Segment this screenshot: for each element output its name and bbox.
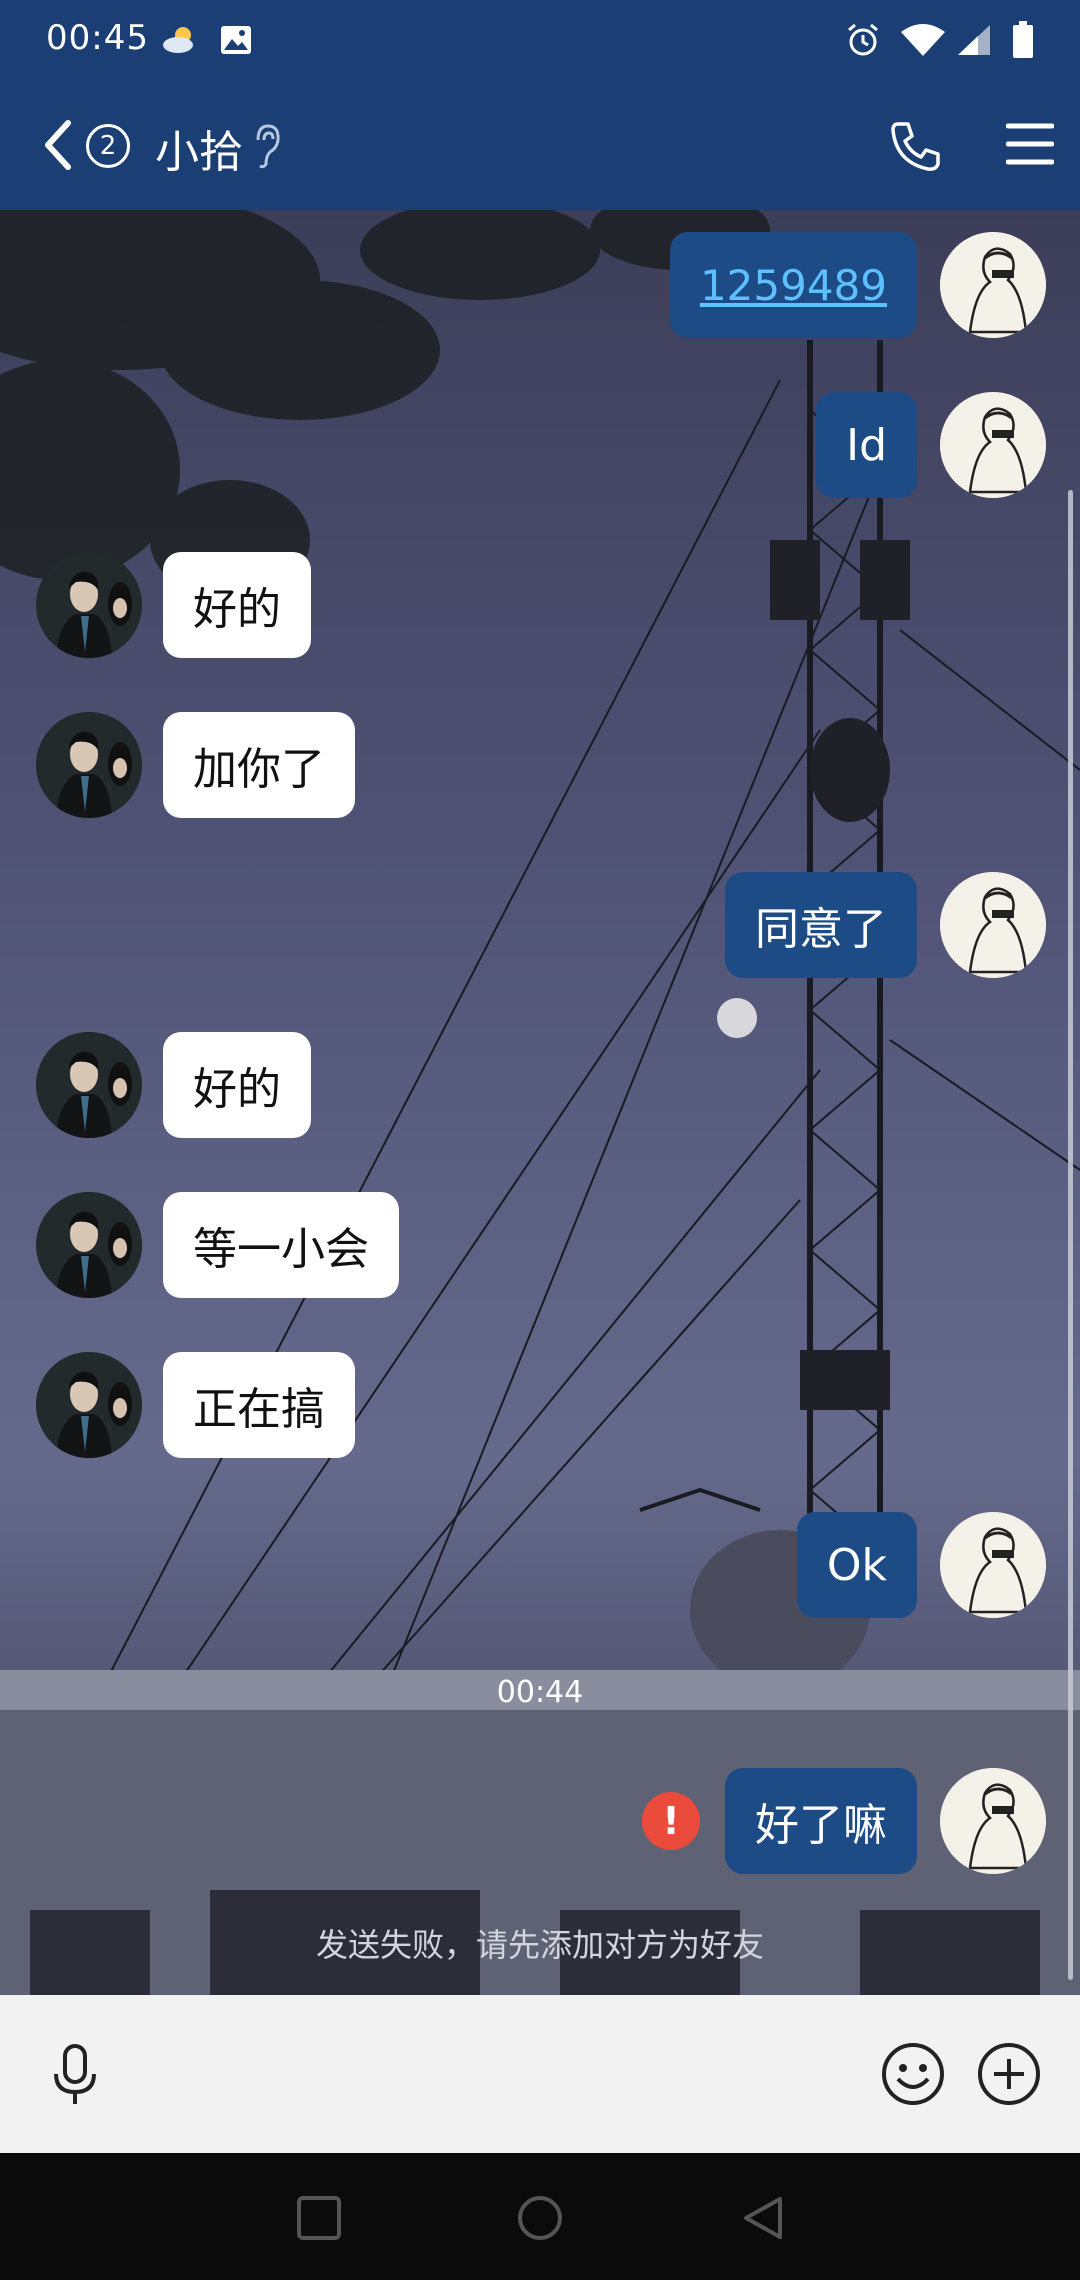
message-bubble-outgoing[interactable]: Ok	[796, 1512, 917, 1618]
battery-icon	[1008, 20, 1038, 60]
alarm-icon	[843, 20, 883, 60]
chat-area[interactable]: 1259489 Id 好的 加你了 同意了 好的 等一小会 正在搞 Ok 00:…	[0, 210, 1080, 1995]
message-bubble-incoming[interactable]: 正在搞	[163, 1352, 355, 1458]
phone-icon[interactable]	[888, 118, 944, 174]
signal-icon	[954, 20, 994, 60]
message-bubble-incoming[interactable]: 好的	[163, 1032, 311, 1138]
menu-icon[interactable]	[1006, 120, 1054, 168]
unread-badge[interactable]: 2	[86, 124, 130, 168]
weather-cloudy-icon	[160, 20, 200, 60]
message-row: 好的	[0, 1032, 1080, 1140]
status-bar: 00:45	[0, 0, 1080, 80]
add-icon[interactable]	[976, 2041, 1042, 2107]
message-row: 同意了	[0, 872, 1080, 980]
recent-apps-icon[interactable]	[294, 2193, 344, 2243]
ear-icon[interactable]	[252, 122, 282, 170]
contact-avatar[interactable]	[36, 1352, 142, 1458]
input-bar	[0, 1995, 1080, 2153]
chat-header: 2 小拾	[0, 80, 1080, 210]
my-avatar[interactable]	[940, 1512, 1046, 1618]
microphone-icon[interactable]	[40, 2040, 110, 2110]
contact-avatar[interactable]	[36, 552, 142, 658]
message-row: Id	[0, 392, 1080, 500]
message-bubble-incoming[interactable]: 好的	[163, 552, 311, 658]
my-avatar[interactable]	[940, 1768, 1046, 1874]
back-arrow-icon[interactable]	[38, 115, 78, 175]
message-bubble-outgoing[interactable]: Id	[816, 392, 917, 498]
send-failure-notice: 发送失败，请先添加对方为好友	[315, 1926, 764, 1964]
message-timestamp: 00:44	[496, 1675, 584, 1710]
status-time: 00:45	[46, 18, 149, 58]
wifi-icon	[898, 20, 948, 60]
message-row: 正在搞	[0, 1352, 1080, 1460]
home-icon[interactable]	[515, 2193, 565, 2243]
message-bubble-outgoing[interactable]: 同意了	[725, 872, 917, 978]
message-row: 1259489	[0, 232, 1080, 340]
contact-avatar[interactable]	[36, 1192, 142, 1298]
message-row: ! 好了嘛	[0, 1768, 1080, 1876]
chat-title[interactable]: 小拾	[155, 116, 243, 180]
my-avatar[interactable]	[940, 872, 1046, 978]
contact-avatar[interactable]	[36, 1032, 142, 1138]
message-bubble-outgoing[interactable]: 好了嘛	[725, 1768, 917, 1874]
message-bubble-incoming[interactable]: 等一小会	[163, 1192, 399, 1298]
back-icon[interactable]	[738, 2193, 788, 2243]
system-nav-bar	[0, 2153, 1080, 2280]
contact-avatar[interactable]	[36, 712, 142, 818]
message-bubble-incoming[interactable]: 加你了	[163, 712, 355, 818]
emoji-icon[interactable]	[880, 2041, 946, 2107]
my-avatar[interactable]	[940, 232, 1046, 338]
send-failed-icon[interactable]: !	[642, 1792, 700, 1850]
message-bubble-outgoing[interactable]: 1259489	[669, 232, 917, 338]
my-avatar[interactable]	[940, 392, 1046, 498]
message-row: Ok	[0, 1512, 1080, 1620]
image-notification-icon	[216, 20, 256, 60]
message-row: 好的	[0, 552, 1080, 660]
message-row: 加你了	[0, 712, 1080, 820]
message-row: 等一小会	[0, 1192, 1080, 1300]
top-bar: 00:45 2 小拾	[0, 0, 1080, 210]
